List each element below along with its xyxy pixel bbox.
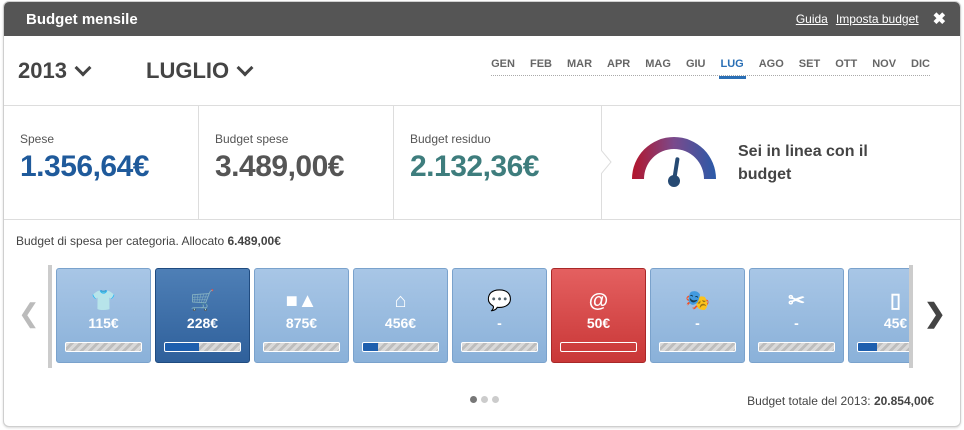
category-amount: 456€ [384,315,417,331]
category-card[interactable]: ■▲ 875€ [254,268,349,363]
month-tab-lug[interactable]: LUG [718,58,746,79]
category-amount: - [695,315,700,331]
month-tab-giu[interactable]: GIU [686,58,706,70]
progress-fill [165,343,199,351]
page-dot[interactable] [481,396,488,403]
progress-fill [858,343,877,351]
stat-value: 2.132,36€ [410,150,539,183]
stat-budget-spese: Budget spese 3.489,00€ [199,106,394,219]
category-progress-bar [65,342,142,352]
category-progress-bar [164,342,241,352]
budget-status: Sei in linea con il budget [601,106,960,219]
stat-spese: Spese 1.356,64€ [4,106,199,219]
notch-icon [601,150,612,174]
category-card[interactable]: 🎭 - [650,268,745,363]
total-label: Budget totale del 2013: [747,394,871,408]
date-selector-bar: 2013 LUGLIO GEN FEB MAR APR MAG GIU LUG AGO SET O… [4,36,960,106]
category-card[interactable]: 👕 115€ [56,268,151,363]
help-link[interactable]: Guida [796,12,828,26]
chevron-down-icon [74,59,92,77]
year-value: 2013 [18,58,67,83]
category-budget-text: Budget di spesa per categoria. Allocato [16,234,225,248]
month-tab-ago[interactable]: AGO [759,58,784,70]
chat-icon: 💬 [487,290,512,312]
panel-title: Budget mensile [26,10,138,28]
carousel-next-button[interactable]: ❯ [924,298,946,329]
tools-icon: ✂ [788,290,805,312]
category-card[interactable]: ⌂ 456€ [353,268,448,363]
category-amount: - [497,315,502,331]
mail-at-icon: @ [588,290,609,312]
year-dropdown[interactable]: 2013 [18,58,92,84]
category-card[interactable]: ▯ 45€ [848,268,909,363]
page-dot[interactable] [492,396,499,403]
month-tab-gen[interactable]: GEN [491,58,515,70]
phone-icon: ▯ [889,290,901,312]
stats-row: Spese 1.356,64€ Budget spese 3.489,00€ B… [4,106,960,220]
category-progress-bar [362,342,439,352]
stat-label: Budget residuo [410,132,491,146]
month-tabs: GEN FEB MAR APR MAG GIU LUG AGO SET OTT NOV DIC [491,58,930,79]
category-progress-bar [857,342,909,352]
carousel-pagination [470,396,499,403]
carousel-prev-button[interactable]: ❮ [18,298,40,329]
chevron-down-icon [236,59,254,77]
month-tab-mag[interactable]: MAG [645,58,671,70]
category-card[interactable]: ✂ - [749,268,844,363]
category-amount: 228€ [186,315,219,331]
category-progress-bar [758,342,835,352]
stat-value: 1.356,64€ [20,150,149,183]
category-amount: - [794,315,799,331]
category-card[interactable]: @50€ [551,268,646,363]
month-tab-set[interactable]: SET [799,58,820,70]
month-tab-nov[interactable]: NOV [872,58,896,70]
stat-label: Spese [20,132,55,146]
category-budget-label: Budget di spesa per categoria. Allocato … [16,234,281,248]
total-value: 20.854,00€ [873,394,934,408]
stat-label: Budget spese [215,132,289,146]
house-icon: ⌂ [394,290,407,312]
close-icon[interactable]: ✖ [933,9,946,29]
status-message: Sei in linea con il budget [738,142,868,183]
category-amount: 115€ [88,315,119,331]
stat-value: 3.489,00€ [215,150,344,183]
shapes-icon: ■▲ [285,290,318,312]
category-amount: 50€ [586,315,611,331]
month-tab-feb[interactable]: FEB [530,58,552,70]
category-progress-bar [263,342,340,352]
progress-fill [363,343,378,351]
month-tab-dic[interactable]: DIC [911,58,930,70]
cart-icon: 🛒 [190,290,215,312]
month-dropdown[interactable]: LUGLIO [146,58,254,84]
month-value: LUGLIO [146,58,230,83]
month-tab-ott[interactable]: OTT [835,58,857,70]
month-tab-mar[interactable]: MAR [567,58,592,70]
category-card[interactable]: 🛒 228€ [155,268,250,363]
category-card[interactable]: 💬 - [452,268,547,363]
theater-masks-icon: 🎭 [685,290,710,312]
set-budget-link[interactable]: Imposta budget [836,12,919,26]
yearly-total: Budget totale del 2013: 20.854,00€ [747,394,934,408]
category-amount: 45€ [883,315,908,331]
month-tab-apr[interactable]: APR [607,58,630,70]
title-bar: Budget mensile Guida Imposta budget ✖ [4,2,960,36]
category-progress-bar [461,342,538,352]
allocated-amount: 6.489,00€ [227,234,281,248]
shirt-icon: 👕 [91,290,116,312]
category-progress-bar [659,342,736,352]
category-amount: 875€ [285,315,318,331]
page-dot[interactable] [470,396,477,403]
stat-budget-residuo: Budget residuo 2.132,36€ [394,106,602,219]
category-carousel: 👕 115€ 🛒 228€ ■▲ 875€ ⌂ 456€ 💬 - @50€ 🎭 - ✂ - ▯ 45€ [48,265,913,368]
category-progress-bar [560,342,637,352]
gauge-icon [632,136,716,187]
